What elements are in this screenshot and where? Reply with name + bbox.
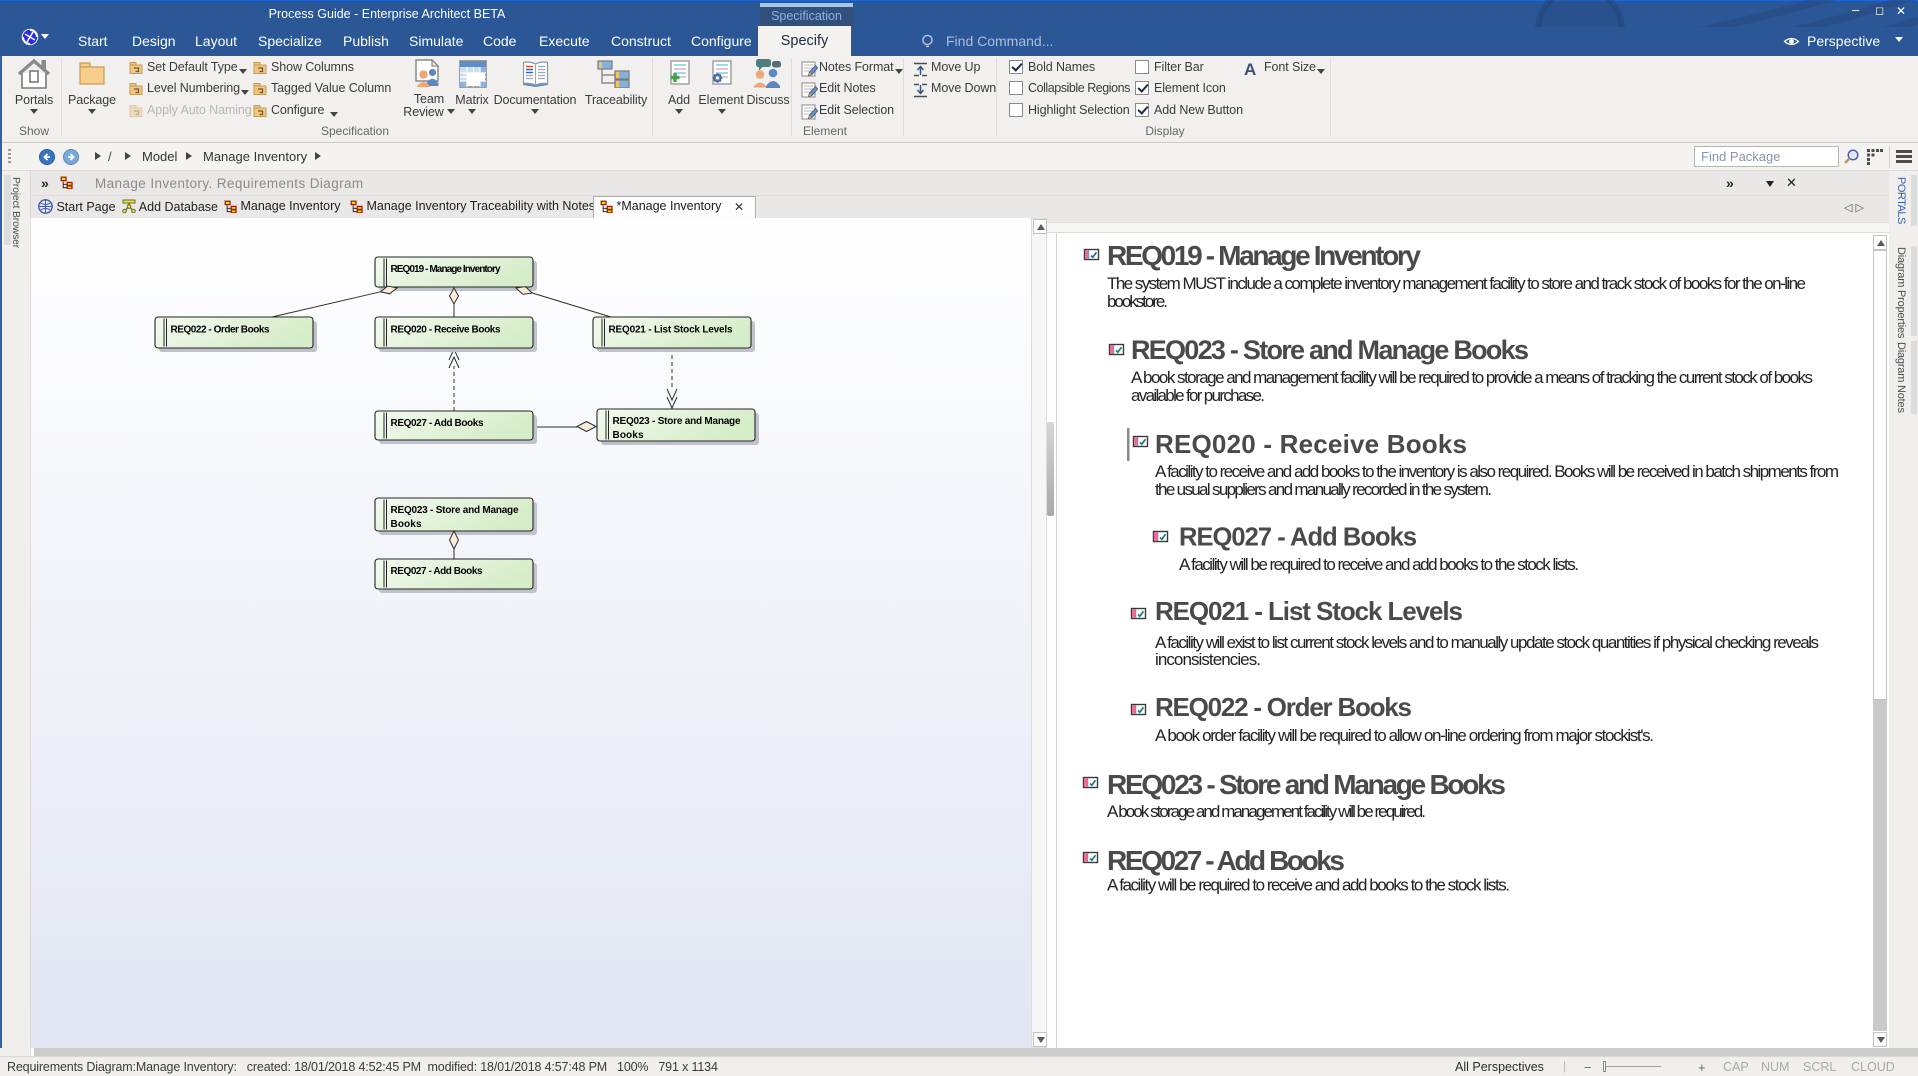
svg-text:REQ022 - Order Books: REQ022 - Order Books: [171, 325, 270, 336]
svg-text:Books: Books: [613, 430, 644, 441]
svg-text:REQ022 - Order Books: REQ022 - Order Books: [1155, 692, 1412, 722]
svg-text:A facility to receive and add: A facility to receive and add books to t…: [1155, 462, 1839, 481]
svg-text:REQ021 - List Stock Levels: REQ021 - List Stock Levels: [1155, 596, 1463, 626]
svg-text:A book order facility will be: A book order facility will be required t…: [1155, 726, 1654, 745]
svg-text:REQ023 - Store and Manage Book: REQ023 - Store and Manage Books: [1131, 335, 1529, 365]
svg-text:Books: Books: [391, 519, 422, 530]
svg-text:REQ027 - Add Books: REQ027 - Add Books: [391, 566, 483, 577]
svg-text:REQ023 - Store and Manage: REQ023 - Store and Manage: [391, 505, 519, 516]
svg-text:the usual suppliers and manual: the usual suppliers and manually recorde…: [1155, 480, 1492, 499]
svg-text:The system MUST include a comp: The system MUST include a complete inven…: [1107, 274, 1806, 293]
svg-text:REQ027 - Add Books: REQ027 - Add Books: [1107, 845, 1345, 876]
svg-text:available for purchase.: available for purchase.: [1131, 386, 1265, 405]
svg-text:REQ027 - Add Books: REQ027 - Add Books: [1179, 524, 1417, 552]
svg-text:inconsistencies.: inconsistencies.: [1155, 650, 1261, 669]
svg-text:A facility will be required to: A facility will be required to receive a…: [1107, 876, 1510, 895]
svg-text:REQ027 - Add Books: REQ027 - Add Books: [391, 418, 484, 429]
svg-text:bookstore.: bookstore.: [1107, 292, 1168, 311]
svg-text:REQ019 - Manage Inventory: REQ019 - Manage Inventory: [1107, 240, 1421, 271]
svg-text:REQ023 - Store and Manage: REQ023 - Store and Manage: [613, 416, 741, 427]
svg-text:REQ023 - Store and Manage Book: REQ023 - Store and Manage Books: [1107, 769, 1506, 800]
svg-text:A book storage and management: A book storage and management facility w…: [1131, 368, 1813, 387]
svg-text:A book storage and management: A book storage and management facility w…: [1107, 802, 1426, 821]
svg-text:REQ021 - List Stock Levels: REQ021 - List Stock Levels: [609, 325, 733, 336]
svg-text:REQ020 - Receive Books: REQ020 - Receive Books: [1155, 429, 1467, 459]
svg-text:REQ020 - Receive Books: REQ020 - Receive Books: [391, 325, 501, 336]
svg-text:REQ019 - Manage Inventory: REQ019 - Manage Inventory: [391, 264, 501, 275]
svg-text:A facility will be required to: A facility will be required to receive a…: [1179, 555, 1579, 574]
